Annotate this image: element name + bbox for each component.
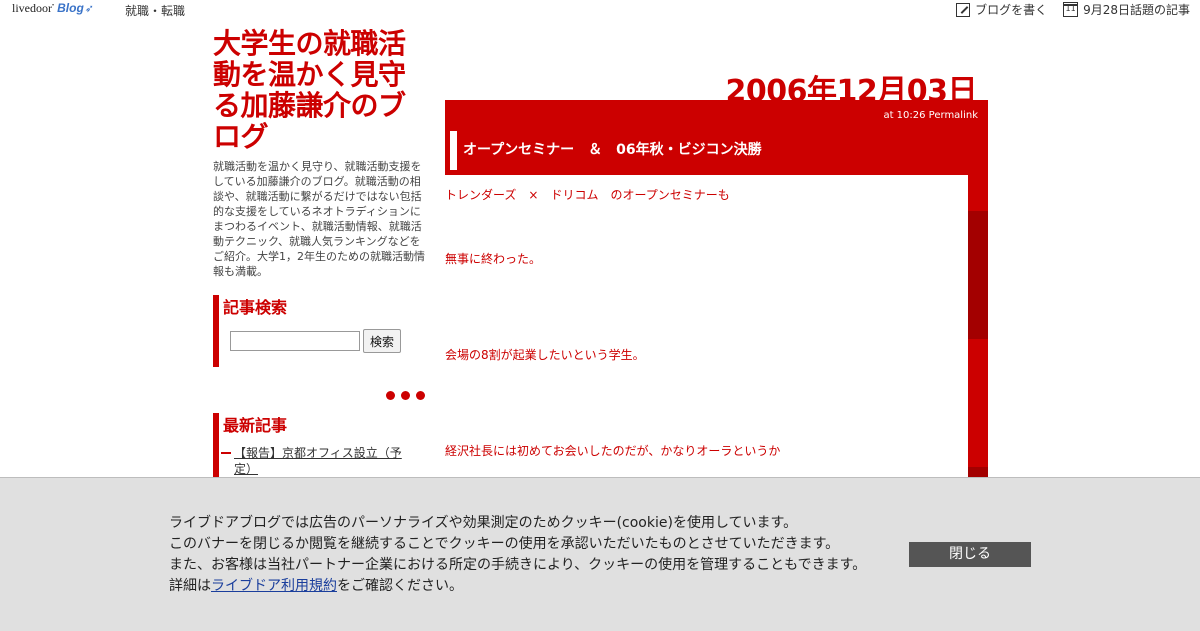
logo-blog-text: Blog — [57, 1, 84, 15]
blog-description: 就職活動を温かく見守り、就職活動支援をしている加藤謙介のブログ。就職活動の相談や… — [213, 160, 425, 278]
blog-post: at 10:26 Permalink オープンセミナー ＆ 06年秋・ビジコン決… — [445, 100, 988, 495]
search-form: 検索 — [223, 321, 428, 367]
cookie-detail-prefix: 詳細は — [169, 578, 211, 594]
post-side-stripe — [968, 175, 988, 495]
post-line: トレンダーズ × ドリコム のオープンセミナーも — [445, 188, 730, 202]
cookie-detail-suffix: をご確認ください。 — [337, 578, 463, 594]
dot — [401, 391, 410, 400]
write-blog-label: ブログを書く — [975, 3, 1048, 17]
cookie-line: 詳細はライブドア利用規約をご確認ください。 — [169, 576, 866, 597]
cookie-banner: ライブドアブログでは広告のパーソナライズや効果測定のためクッキー(cookie)… — [0, 477, 1200, 631]
search-section: 記事検索 検索 — [213, 295, 428, 367]
post-body: トレンダーズ × ドリコム のオープンセミナーも 無事に終わった。 会場の8割が… — [445, 175, 968, 495]
recent-posts-section: 最新記事 【報告】京都オフィス設立（予定） — [213, 413, 428, 477]
dot — [416, 391, 425, 400]
topic-articles-label: 9月28日話題の記事 — [1083, 3, 1190, 17]
post-line: 経沢社長には初めてお会いしたのだが、かなりオーラというか — [445, 444, 781, 458]
blog-title[interactable]: 大学生の就職活動を温かく見守る加藤謙介のブログ — [213, 28, 428, 152]
logo-livedoor-text: livedoor — [12, 1, 52, 15]
topic-articles-link[interactable]: 11 9月28日話題の記事 — [1063, 1, 1190, 18]
search-button[interactable]: 検索 — [363, 329, 402, 353]
post-title[interactable]: オープンセミナー ＆ 06年秋・ビジコン決勝 — [450, 131, 762, 170]
cookie-line: ライブドアブログでは広告のパーソナライズや効果測定のためクッキー(cookie)… — [169, 515, 798, 531]
pencil-edit-icon — [956, 2, 971, 17]
recent-posts-heading: 最新記事 — [223, 416, 288, 435]
bullet-dots-icon — [213, 391, 428, 400]
dot — [386, 391, 395, 400]
cookie-line: このバナーを閉じるか閲覧を継続することでクッキーの使用を承認いただいたものとさせ… — [169, 536, 840, 552]
post-line: 会場の8割が起業したいという学生。 — [445, 348, 645, 362]
cookie-text: ライブドアブログでは広告のパーソナライズや効果測定のためクッキー(cookie)… — [169, 513, 866, 597]
cookie-line: また、お客様は当社パートナー企業における所定の手続きにより、クッキーの使用を管理… — [169, 557, 867, 573]
search-heading: 記事検索 — [223, 298, 288, 317]
terms-link[interactable]: ライブドア利用規約 — [211, 578, 337, 594]
recent-post-link[interactable]: 【報告】京都オフィス設立（予定） — [221, 445, 404, 477]
search-input[interactable] — [230, 331, 360, 351]
stripe-band — [968, 211, 988, 339]
top-right-links: ブログを書く 11 9月28日話題の記事 — [956, 1, 1190, 18]
post-line: 無事に終わった。 — [445, 252, 542, 266]
top-bar: livedoor• Blog➶ 就職・転職 ブログを書く 11 9月28日話題の記… — [0, 0, 1200, 20]
category-link[interactable]: 就職・転職 — [125, 2, 185, 19]
logo-swoosh-icon: ➶ — [84, 3, 94, 15]
post-permalink[interactable]: at 10:26 Permalink — [883, 110, 978, 121]
calendar-icon: 11 — [1063, 2, 1079, 17]
write-blog-link[interactable]: ブログを書く — [956, 1, 1047, 18]
sidebar: 大学生の就職活動を温かく見守る加藤謙介のブログ 就職活動を温かく見守り、就職活動… — [213, 28, 428, 477]
livedoor-blog-logo[interactable]: livedoor• Blog➶ — [12, 1, 94, 16]
post-header: at 10:26 Permalink オープンセミナー ＆ 06年秋・ビジコン決… — [445, 100, 988, 175]
close-banner-button[interactable]: 閉じる — [909, 542, 1031, 567]
